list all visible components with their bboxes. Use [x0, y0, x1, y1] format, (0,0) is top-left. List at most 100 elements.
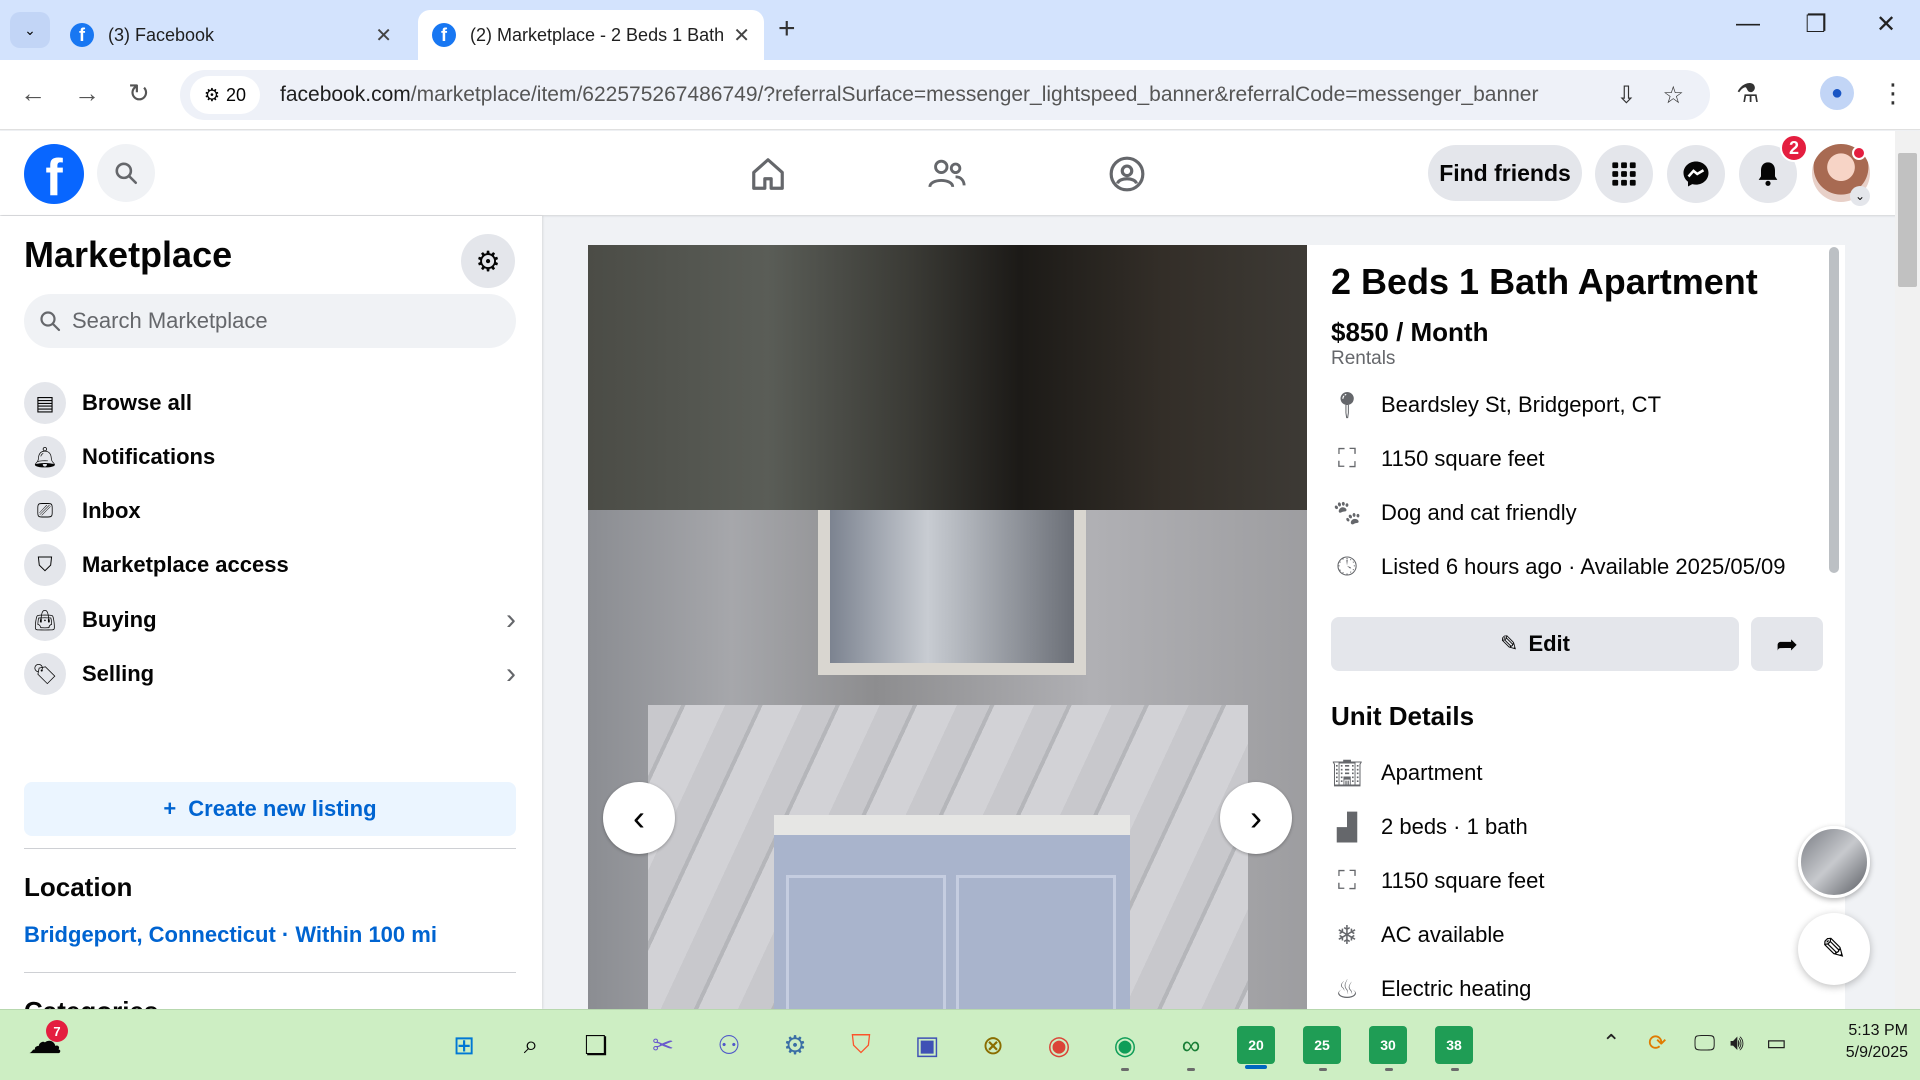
tab-marketplace[interactable]: f (2) Marketplace - 2 Beds 1 Bath ✕: [418, 10, 764, 60]
sidebar-item-buying[interactable]: 👜︎ Buying ›: [12, 591, 528, 649]
weather-badge: 7: [46, 1020, 68, 1042]
previous-photo-button[interactable]: ‹: [603, 782, 675, 854]
search-icon: [40, 311, 61, 332]
create-listing-label: Create new listing: [188, 796, 377, 821]
show-hidden-icons-chevron-icon[interactable]: ⌃: [1602, 1030, 1620, 1056]
task-view-icon[interactable]: ❏: [576, 1025, 616, 1065]
reload-icon[interactable]: ↻: [128, 78, 150, 109]
building-icon: 🏢︎: [1330, 757, 1364, 788]
unit-details-heading: Unit Details: [1331, 701, 1475, 731]
location-pin-icon: 📍︎: [1330, 389, 1364, 420]
system-clock[interactable]: 5:13 PM 5/9/2025: [1808, 1020, 1908, 1064]
restore-icon[interactable]: ❐: [1796, 10, 1836, 39]
active-app-indicator: [1245, 1065, 1267, 1069]
network-icon[interactable]: 🖵︎: [1694, 1030, 1715, 1056]
sidebar-item-marketplace-access[interactable]: ⛉ Marketplace access: [12, 536, 528, 594]
groups-icon[interactable]: [1097, 149, 1157, 199]
details-scrollbar[interactable]: [1829, 247, 1839, 573]
labs-flask-icon[interactable]: ⚗: [1736, 78, 1759, 109]
marketplace-search[interactable]: [24, 294, 516, 348]
running-indicator: [1187, 1068, 1195, 1071]
close-tab-icon[interactable]: ✕: [375, 23, 392, 48]
edit-label: Edit: [1528, 631, 1570, 656]
sidebar-item-label: Selling: [82, 661, 155, 686]
menu-grid-icon[interactable]: [1595, 145, 1653, 203]
chat-head-avatar[interactable]: [1798, 826, 1870, 898]
tab-title: (2) Marketplace - 2 Beds 1 Bath: [470, 24, 725, 45]
divider: [24, 972, 516, 973]
clock-icon: 🕓︎: [1336, 551, 1358, 581]
clock-date: 5/9/2025: [1845, 1044, 1908, 1061]
chevron-down-icon[interactable]: ⌄: [1850, 186, 1870, 206]
teams-icon[interactable]: ⚇: [709, 1025, 749, 1065]
app-icon[interactable]: ⚙: [775, 1025, 815, 1065]
url-text[interactable]: facebook.com/marketplace/item/6225752674…: [280, 83, 1616, 107]
tab-search-dropdown[interactable]: ⌄: [10, 12, 50, 48]
proxy-app-icon[interactable]: ▣: [907, 1025, 947, 1065]
info-location: 📍︎ Beardsley St, Bridgeport, CT: [1330, 389, 1662, 421]
listing-photo-viewer[interactable]: ‹ ›: [588, 245, 1307, 1009]
volume-icon[interactable]: 🔊︎: [1730, 1030, 1744, 1056]
find-friends-button[interactable]: Find friends: [1428, 145, 1582, 201]
bookmark-star-icon[interactable]: ☆: [1662, 81, 1684, 110]
gear-icon[interactable]: ⚙: [461, 234, 515, 288]
address-bar[interactable]: ⚙ 20 facebook.com/marketplace/item/62257…: [180, 70, 1710, 120]
close-tab-icon[interactable]: ✕: [733, 23, 750, 48]
sidebar-item-inbox[interactable]: ⎚ Inbox: [12, 482, 528, 540]
chevron-down-icon: ⌄: [24, 21, 36, 38]
listing-title: 2 Beds 1 Bath Apartment: [1331, 261, 1758, 302]
windows-taskbar: [0, 1009, 1920, 1080]
new-message-compose-icon[interactable]: ✎: [1798, 913, 1870, 985]
sidebar-item-browse-all[interactable]: ▤ Browse all: [12, 374, 528, 432]
messenger-icon[interactable]: [1667, 145, 1725, 203]
site-info-chip[interactable]: ⚙ 20: [190, 76, 260, 114]
workspace-20-icon[interactable]: 20: [1237, 1026, 1275, 1064]
unit-detail-text: Apartment: [1381, 760, 1483, 785]
site-chip-count: 20: [226, 84, 247, 105]
chrome-profile-icon[interactable]: ◉: [1105, 1025, 1145, 1065]
workspace-30-icon[interactable]: 30: [1369, 1026, 1407, 1064]
snipping-tool-icon[interactable]: ✂: [643, 1025, 683, 1065]
chrome-icon[interactable]: ◉: [1039, 1025, 1079, 1065]
gologin-icon[interactable]: ∞: [1171, 1025, 1211, 1065]
close-window-icon[interactable]: ✕: [1866, 10, 1906, 39]
menu-kebab-icon[interactable]: ⋮: [1880, 78, 1906, 109]
workspace-38-icon[interactable]: 38: [1435, 1026, 1473, 1064]
location-link[interactable]: Bridgeport, Connecticut · Within 100 mi: [24, 922, 437, 948]
info-listed-time: 🕓︎ Listed 6 hours ago · Available 2025/0…: [1331, 551, 1786, 583]
battery-icon[interactable]: ▭: [1766, 1030, 1787, 1056]
storefront-icon: ▤: [24, 382, 66, 424]
sidebar-item-notifications[interactable]: 🔔︎ Notifications: [12, 428, 528, 486]
minimize-icon[interactable]: —: [1728, 10, 1768, 38]
sidebar-item-selling[interactable]: 🏷︎ Selling ›: [12, 645, 528, 703]
friends-icon[interactable]: [917, 149, 977, 199]
info-square-feet: ⛶ 1150 square feet: [1331, 443, 1545, 475]
profile-icon[interactable]: ●: [1820, 76, 1854, 110]
workspace-25-icon[interactable]: 25: [1303, 1026, 1341, 1064]
bed-icon: ▟: [1337, 811, 1357, 842]
search-icon[interactable]: [97, 144, 155, 202]
back-arrow-icon[interactable]: ←: [20, 78, 46, 109]
next-photo-button[interactable]: ›: [1220, 782, 1292, 854]
install-app-icon[interactable]: ⇩: [1616, 81, 1636, 110]
windows-start-icon[interactable]: ⊞: [444, 1025, 484, 1065]
chevron-right-icon: ›: [506, 657, 516, 690]
new-tab-button[interactable]: +: [778, 12, 796, 46]
listing-category[interactable]: Rentals: [1331, 348, 1395, 370]
ix-browser-icon[interactable]: ⊗: [973, 1025, 1013, 1065]
sidebar-item-label: Marketplace access: [82, 552, 289, 577]
brave-browser-icon[interactable]: ⛉: [841, 1025, 881, 1065]
home-icon[interactable]: [738, 149, 798, 199]
edit-listing-button[interactable]: ✎ Edit: [1331, 617, 1739, 671]
unit-detail-text: Electric heating: [1381, 976, 1532, 1001]
paw-icon: 🐾︎: [1330, 497, 1364, 528]
page-scrollbar-thumb[interactable]: [1898, 153, 1917, 287]
search-marketplace-input[interactable]: [72, 308, 492, 334]
facebook-logo-icon[interactable]: f: [24, 144, 84, 204]
tab-facebook[interactable]: f (3) Facebook ✕: [56, 10, 406, 60]
forward-arrow-icon[interactable]: →: [74, 78, 100, 109]
create-new-listing-button[interactable]: + Create new listing: [24, 782, 516, 836]
sync-icon[interactable]: ⟳: [1648, 1030, 1666, 1056]
share-button[interactable]: ➦: [1751, 617, 1823, 671]
taskbar-search-icon[interactable]: ⌕: [511, 1025, 551, 1065]
